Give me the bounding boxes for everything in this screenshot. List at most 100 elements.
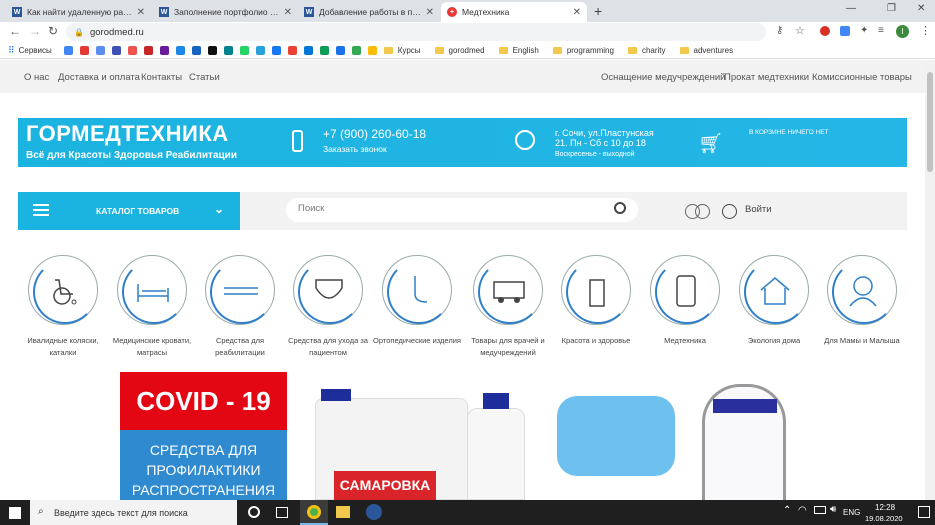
category-doctors[interactable]: Товары для врачей и медучреждений: [463, 255, 553, 359]
omnibox[interactable]: 🔒 gorodmed.ru: [66, 23, 766, 41]
mask-image[interactable]: [557, 382, 687, 490]
bookmark-folder[interactable]: English: [498, 46, 539, 55]
category-orthopedic[interactable]: Ортопедические изделия: [372, 255, 462, 347]
category-patient-care[interactable]: Средства для ухода за пациентом: [283, 255, 373, 359]
reload-icon[interactable]: ↻: [48, 24, 58, 38]
menu-icon[interactable]: ⋮: [920, 24, 931, 37]
telegram-icon[interactable]: [255, 45, 265, 55]
page-scrollbar[interactable]: [925, 60, 935, 500]
taskbar-search[interactable]: ⌕ Введите здесь текст для поиска: [30, 500, 237, 525]
media-icon[interactable]: ≡: [878, 25, 884, 36]
category-mom-baby[interactable]: Для Мамы и Малыша: [817, 255, 907, 347]
volume-icon[interactable]: 🔊︎: [830, 504, 836, 515]
forward-icon[interactable]: →: [29, 24, 41, 38]
url-text[interactable]: gorodmed.ru: [90, 27, 144, 38]
network-icon[interactable]: ◠: [798, 505, 807, 516]
outlook-icon[interactable]: [303, 45, 313, 55]
chrome-taskbar-button[interactable]: [300, 500, 328, 525]
bookmark-icon[interactable]: [159, 45, 169, 55]
maps-icon[interactable]: [319, 45, 329, 55]
window-close-button[interactable]: ✕: [917, 3, 925, 14]
battery-icon[interactable]: [814, 506, 826, 514]
login-link[interactable]: Войти: [745, 204, 772, 215]
category-beauty[interactable]: Красота и здоровье: [551, 255, 641, 347]
nav-link-equipment[interactable]: Оснащение медучреждений: [601, 72, 726, 83]
back-icon[interactable]: ←: [9, 24, 21, 38]
clock-date[interactable]: 19.08.2020: [865, 514, 903, 523]
bookmark-icon[interactable]: [175, 45, 185, 55]
tab-4-active[interactable]: + Медтехника ✕: [441, 2, 587, 22]
covid-promo-banner[interactable]: COVID - 19 СРЕДСТВА ДЛЯ ПРОФИЛАКТИКИ РАС…: [120, 372, 287, 500]
close-icon[interactable]: ✕: [426, 7, 434, 18]
todo-icon[interactable]: [366, 504, 382, 520]
facebook-icon[interactable]: [271, 45, 281, 55]
windows-start-icon[interactable]: [9, 507, 21, 519]
nav-link-contacts[interactable]: Контакты: [141, 72, 182, 83]
bookmark-icon[interactable]: [367, 45, 377, 55]
category-beds[interactable]: Медицинские кровати, матрасы: [107, 255, 197, 359]
close-icon[interactable]: ✕: [137, 7, 145, 18]
cart-status[interactable]: В КОРЗИНЕ НИЧЕГО НЕТ: [749, 129, 829, 136]
whatsapp-icon[interactable]: [239, 45, 249, 55]
extension-icon[interactable]: [820, 26, 830, 36]
category-medtech[interactable]: Медтехника: [640, 255, 730, 347]
translate-icon[interactable]: [840, 26, 850, 36]
face-shield-image[interactable]: [702, 384, 786, 500]
translate-bookmark-icon[interactable]: [95, 45, 105, 55]
nav-link-about[interactable]: О нас: [24, 72, 49, 83]
user-icon[interactable]: [722, 204, 737, 219]
gmail-icon[interactable]: [287, 45, 297, 55]
minimize-button[interactable]: —: [846, 3, 856, 14]
search-icon[interactable]: [614, 202, 626, 214]
scrollbar-thumb[interactable]: [927, 72, 933, 172]
nav-link-commission[interactable]: Комиссионные товары: [812, 72, 912, 83]
nav-link-delivery[interactable]: Доставка и оплата: [58, 72, 140, 83]
tab-1[interactable]: W Как найти удаленную работу – ✕: [6, 2, 151, 22]
new-tab-button[interactable]: +: [594, 3, 602, 19]
yandex-icon[interactable]: [79, 45, 89, 55]
bookmark-icon[interactable]: [143, 45, 153, 55]
tab-2[interactable]: W Заполнение портфолио фрила ✕: [153, 2, 298, 22]
google-icon[interactable]: [63, 45, 73, 55]
bookmark-folder[interactable]: Курсы: [383, 46, 421, 55]
bookmark-icon[interactable]: [111, 45, 121, 55]
bookmark-icon[interactable]: [127, 45, 137, 55]
bookmark-folder[interactable]: gorodmed: [434, 46, 485, 55]
bookmark-icon[interactable]: [207, 45, 217, 55]
puzzle-icon[interactable]: ✦: [860, 25, 868, 36]
maximize-button[interactable]: ❐: [887, 3, 896, 14]
search-input[interactable]: Поиск: [286, 198, 638, 222]
nav-link-articles[interactable]: Статьи: [189, 72, 220, 83]
drive-icon[interactable]: [351, 45, 361, 55]
notifications-icon[interactable]: [918, 506, 930, 518]
bookmark-folder[interactable]: adventures: [679, 46, 733, 55]
apps-icon[interactable]: ⠿: [8, 45, 15, 56]
profile-avatar[interactable]: I: [896, 25, 909, 38]
bottle-image[interactable]: [467, 393, 525, 500]
canister-image[interactable]: САМАРОВКА: [315, 389, 468, 501]
category-rehab[interactable]: Средства для реабилитации: [195, 255, 285, 359]
category-wheelchairs[interactable]: Ивалидные коляски, каталки: [18, 255, 108, 359]
callback-link[interactable]: Заказать звонок: [323, 144, 387, 154]
compare-icon-2[interactable]: [695, 204, 710, 219]
close-icon[interactable]: ✕: [573, 7, 581, 18]
bookmark-icon[interactable]: [223, 45, 233, 55]
nav-link-rental[interactable]: Прокат медтехники: [724, 72, 809, 83]
bookmark-folder[interactable]: programming: [552, 46, 614, 55]
bookmark-services[interactable]: Сервисы: [19, 46, 52, 55]
tab-3[interactable]: W Добавление работы в портфол ✕: [298, 2, 440, 22]
explorer-icon[interactable]: [336, 506, 350, 518]
tray-chevron-icon[interactable]: ⌃: [783, 505, 791, 516]
bookmark-icon[interactable]: [191, 45, 201, 55]
bookmark-folder[interactable]: charity: [627, 46, 666, 55]
star-icon[interactable]: ☆: [795, 24, 805, 37]
bookmark-icon[interactable]: [335, 45, 345, 55]
close-icon[interactable]: ✕: [284, 7, 292, 18]
category-ecology[interactable]: Экология дома: [729, 255, 819, 347]
cart-icon[interactable]: 🛒︎: [698, 131, 723, 156]
phone-number[interactable]: +7 (900) 260-60-18: [323, 127, 426, 141]
task-view-icon[interactable]: [276, 507, 288, 518]
language-indicator[interactable]: ENG: [843, 508, 860, 517]
cortana-icon[interactable]: [248, 506, 260, 518]
catalog-button[interactable]: КАТАЛОГ ТОВАРОВ ⌄: [18, 192, 240, 230]
